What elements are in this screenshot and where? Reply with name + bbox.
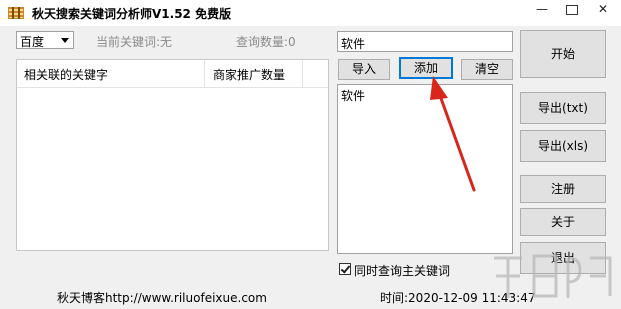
column-divider[interactable] — [302, 60, 303, 87]
register-button[interactable]: 注册 — [520, 175, 606, 203]
chevron-down-icon — [61, 38, 69, 43]
import-button[interactable]: 导入 — [338, 59, 390, 80]
watermark-logo-icon — [494, 254, 612, 298]
export-xls-button[interactable]: 导出(xls) — [520, 130, 606, 162]
also-query-main-keyword-label[interactable]: 同时查询主关键词 — [354, 262, 450, 279]
maximize-button[interactable] — [557, 0, 587, 20]
close-button[interactable]: ✕ — [588, 0, 618, 20]
keyword-input[interactable]: 软件 — [337, 31, 513, 52]
minimize-icon: — — [536, 2, 548, 16]
results-table-header: 相关联的关键字 商家推广数量 — [17, 60, 328, 88]
column-header-keyword[interactable]: 相关联的关键字 — [24, 66, 108, 83]
title-bar: 秋天搜索关键词分析师V1.52 免费版 — ✕ — [0, 0, 621, 26]
clear-button[interactable]: 清空 — [461, 59, 513, 80]
about-button[interactable]: 关于 — [520, 208, 606, 236]
keyword-input-value: 软件 — [341, 37, 366, 51]
search-engine-value: 百度 — [20, 35, 45, 49]
minimize-button[interactable]: — — [527, 0, 557, 20]
window-title: 秋天搜索关键词分析师V1.52 免费版 — [32, 7, 232, 21]
results-table[interactable]: 相关联的关键字 商家推广数量 — [16, 59, 329, 251]
start-button[interactable]: 开始 — [520, 30, 606, 78]
column-divider[interactable] — [204, 60, 205, 87]
column-header-ad-count[interactable]: 商家推广数量 — [213, 66, 285, 83]
close-icon: ✕ — [597, 2, 609, 16]
export-txt-button[interactable]: 导出(txt) — [520, 92, 606, 124]
app-icon — [8, 7, 24, 19]
add-button[interactable]: 添加 — [399, 57, 453, 79]
current-keyword-label: 当前关键词:无 — [96, 35, 173, 49]
keyword-list-content: 软件 — [341, 89, 366, 103]
blog-link-text: 秋天博客http://www.riluofeixue.com — [57, 291, 267, 305]
keyword-list[interactable]: 软件 — [337, 84, 513, 254]
maximize-icon — [566, 4, 578, 15]
query-count-label: 查询数量:0 — [236, 35, 296, 49]
app-window: 秋天搜索关键词分析师V1.52 免费版 — ✕ 百度 当前关键词:无 查询数量:… — [0, 0, 621, 309]
search-engine-select[interactable]: 百度 — [16, 31, 74, 49]
also-query-main-keyword-checkbox[interactable] — [339, 263, 351, 275]
